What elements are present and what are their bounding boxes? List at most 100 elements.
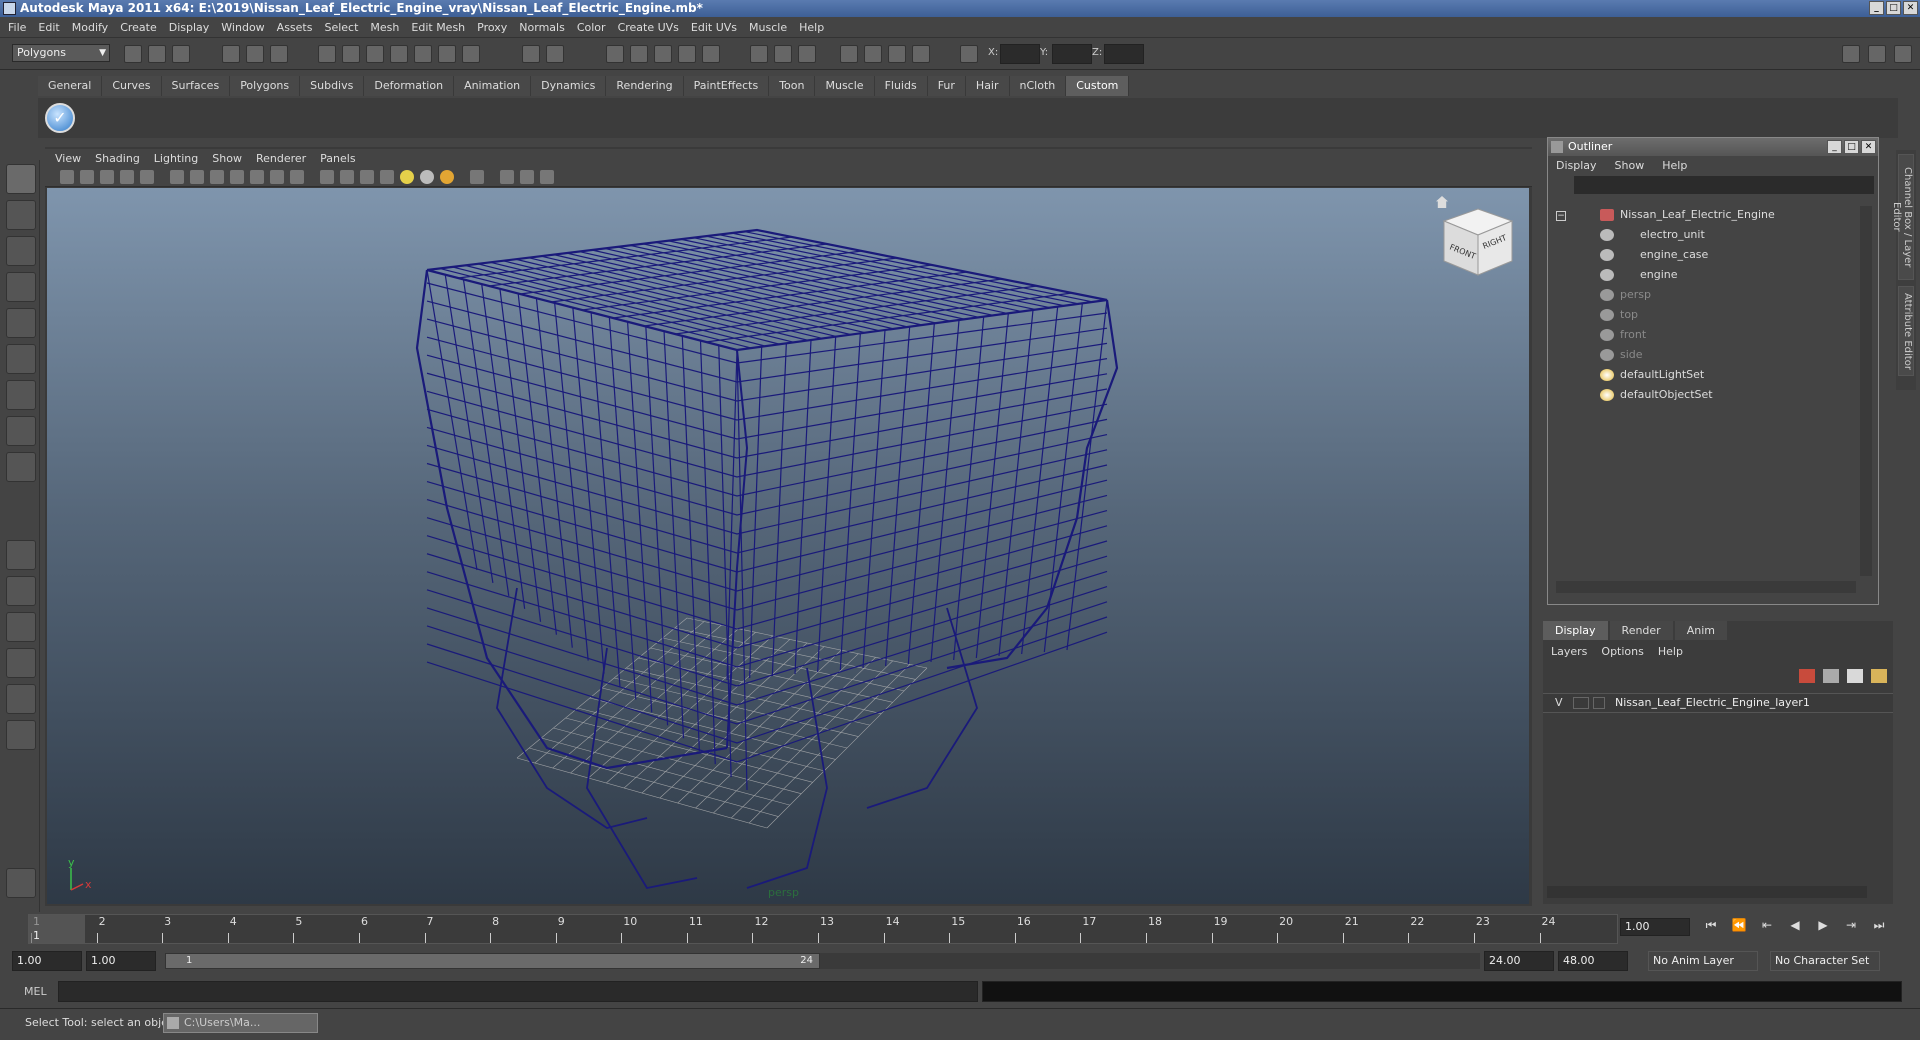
view-cube[interactable]: FRONT RIGHT [1440, 205, 1516, 281]
outliner-item[interactable]: defaultLightSet [1600, 366, 1704, 384]
menu-select[interactable]: Select [320, 21, 366, 34]
checkmark-shelf-icon[interactable]: ✓ [45, 103, 75, 133]
viewport-menu-panels[interactable]: Panels [318, 152, 367, 165]
y-field[interactable] [1052, 44, 1092, 64]
select-hierarchy-icon[interactable] [222, 45, 240, 63]
select-object-icon[interactable] [246, 45, 264, 63]
outliner-maximize-button[interactable]: □ [1844, 140, 1859, 154]
menu-help[interactable]: Help [795, 21, 832, 34]
step-back-frame-button[interactable]: ⇤ [1756, 918, 1778, 936]
render-globals-icon[interactable] [888, 45, 906, 63]
rotate-tool-icon[interactable] [6, 308, 36, 338]
wireframe-icon[interactable] [320, 170, 334, 184]
collapse-icon[interactable]: − [1556, 211, 1566, 221]
shelf-tab-dynamics[interactable]: Dynamics [531, 76, 607, 96]
menu-mesh[interactable]: Mesh [366, 21, 407, 34]
film-gate-icon[interactable] [190, 170, 204, 184]
play-forward-button[interactable]: ▶ [1812, 918, 1834, 936]
layer-color-swatch[interactable] [1593, 697, 1605, 709]
outliner-vertical-scrollbar[interactable] [1860, 206, 1872, 576]
save-scene-icon[interactable] [172, 45, 190, 63]
magnet-plane-icon[interactable] [678, 45, 696, 63]
outliner-minimize-button[interactable]: _ [1827, 140, 1842, 154]
shadows-icon[interactable] [440, 170, 454, 184]
layer-name[interactable]: Nissan_Leaf_Electric_Engine_layer1 [1615, 694, 1810, 712]
smooth-shade-icon[interactable] [340, 170, 354, 184]
outliner-item[interactable]: top [1600, 306, 1638, 324]
magnet-surface-icon[interactable] [702, 45, 720, 63]
shelf-tab-custom[interactable]: Custom [1066, 76, 1130, 96]
paint-select-icon[interactable] [6, 236, 36, 266]
soft-mod-icon[interactable] [6, 416, 36, 446]
timeline-ruler[interactable]: 123456789101112131415161718192021222324 … [28, 914, 1618, 944]
layer-menu-layers[interactable]: Layers [1551, 645, 1601, 658]
hypershade-icon[interactable] [864, 45, 882, 63]
outliner-close-button[interactable]: ✕ [1861, 140, 1876, 154]
last-tool-icon[interactable] [6, 452, 36, 482]
hand-icon[interactable] [6, 868, 36, 898]
snap-plane-icon[interactable] [390, 45, 408, 63]
start-time-field[interactable]: 1.00 [12, 951, 82, 971]
outliner-item[interactable]: front [1600, 326, 1646, 344]
gate-mask-icon[interactable] [230, 170, 244, 184]
shelf-tab-deformation[interactable]: Deformation [364, 76, 455, 96]
menu-muscle[interactable]: Muscle [745, 21, 795, 34]
character-set-dropdown[interactable]: No Character Set [1770, 951, 1880, 971]
four-layout-icon[interactable] [6, 576, 36, 606]
grid-toggle-icon[interactable] [170, 170, 184, 184]
outliner-filter-input[interactable] [1574, 176, 1874, 194]
outliner-item[interactable]: persp [1600, 286, 1651, 304]
minimize-button[interactable]: _ [1869, 1, 1884, 15]
new-scene-icon[interactable] [124, 45, 142, 63]
tab-channel-box-layer-editor[interactable]: Channel Box / Layer Editor [1891, 154, 1914, 280]
layout-toggle-icon[interactable] [1894, 45, 1912, 63]
layout-single-icon[interactable] [1842, 45, 1860, 63]
layer-playback-toggle[interactable] [1573, 697, 1589, 709]
outliner-menu-display[interactable]: Display [1556, 159, 1615, 172]
z-field[interactable] [1104, 44, 1144, 64]
menu-create-uvs[interactable]: Create UVs [614, 21, 687, 34]
select-component-icon[interactable] [270, 45, 288, 63]
new-layer-icon[interactable] [1799, 669, 1815, 683]
menu-set-dropdown[interactable]: Polygons ▼ [12, 44, 110, 62]
layer-horizontal-scrollbar[interactable] [1547, 886, 1867, 898]
playback-start-field[interactable]: 1.00 [86, 951, 156, 971]
shelf-tab-general[interactable]: General [38, 76, 103, 96]
layer-row[interactable]: V Nissan_Leaf_Electric_Engine_layer1 [1543, 693, 1893, 713]
layout-columns-icon[interactable] [1868, 45, 1886, 63]
layer-tab-display[interactable]: Display [1543, 621, 1608, 640]
menu-normals[interactable]: Normals [515, 21, 573, 34]
menu-proxy[interactable]: Proxy [473, 21, 515, 34]
shelf-tab-rendering[interactable]: Rendering [606, 76, 684, 96]
shelf-tab-polygons[interactable]: Polygons [230, 76, 301, 96]
layer-tab-render[interactable]: Render [1609, 621, 1673, 640]
lock-icon[interactable] [522, 45, 540, 63]
menu-file[interactable]: File [4, 21, 34, 34]
anim-layer-dropdown[interactable]: No Anim Layer [1648, 951, 1758, 971]
custom-layout-icon[interactable] [6, 720, 36, 750]
outliner-item[interactable]: defaultObjectSet [1600, 386, 1713, 404]
lasso-tool-icon[interactable] [6, 200, 36, 230]
shelf-tab-subdivs[interactable]: Subdivs [300, 76, 365, 96]
camera-select-icon[interactable] [60, 170, 74, 184]
go-to-start-button[interactable]: ⏮ [1700, 918, 1722, 936]
snap-curve-icon[interactable] [342, 45, 360, 63]
outliner-menu-show[interactable]: Show [1615, 159, 1663, 172]
menu-create[interactable]: Create [116, 21, 165, 34]
layer-move-up-icon[interactable] [1847, 669, 1863, 683]
open-scene-icon[interactable] [148, 45, 166, 63]
xray-icon[interactable] [500, 170, 514, 184]
snap-point-icon[interactable] [366, 45, 384, 63]
outliner-item[interactable]: electro_unit [1600, 226, 1705, 244]
layer-menu-help[interactable]: Help [1658, 645, 1697, 658]
viewport-menu-renderer[interactable]: Renderer [254, 152, 318, 165]
outliner-menu-help[interactable]: Help [1662, 159, 1705, 172]
render-view-icon[interactable] [750, 45, 768, 63]
step-back-key-button[interactable]: ⏪ [1728, 918, 1750, 936]
shelf-tab-toon[interactable]: Toon [769, 76, 816, 96]
go-to-end-button[interactable]: ⏭ [1868, 918, 1890, 936]
menu-assets[interactable]: Assets [273, 21, 321, 34]
safe-action-icon[interactable] [270, 170, 284, 184]
move-tool-icon[interactable] [6, 272, 36, 302]
shelf-tab-animation[interactable]: Animation [454, 76, 532, 96]
